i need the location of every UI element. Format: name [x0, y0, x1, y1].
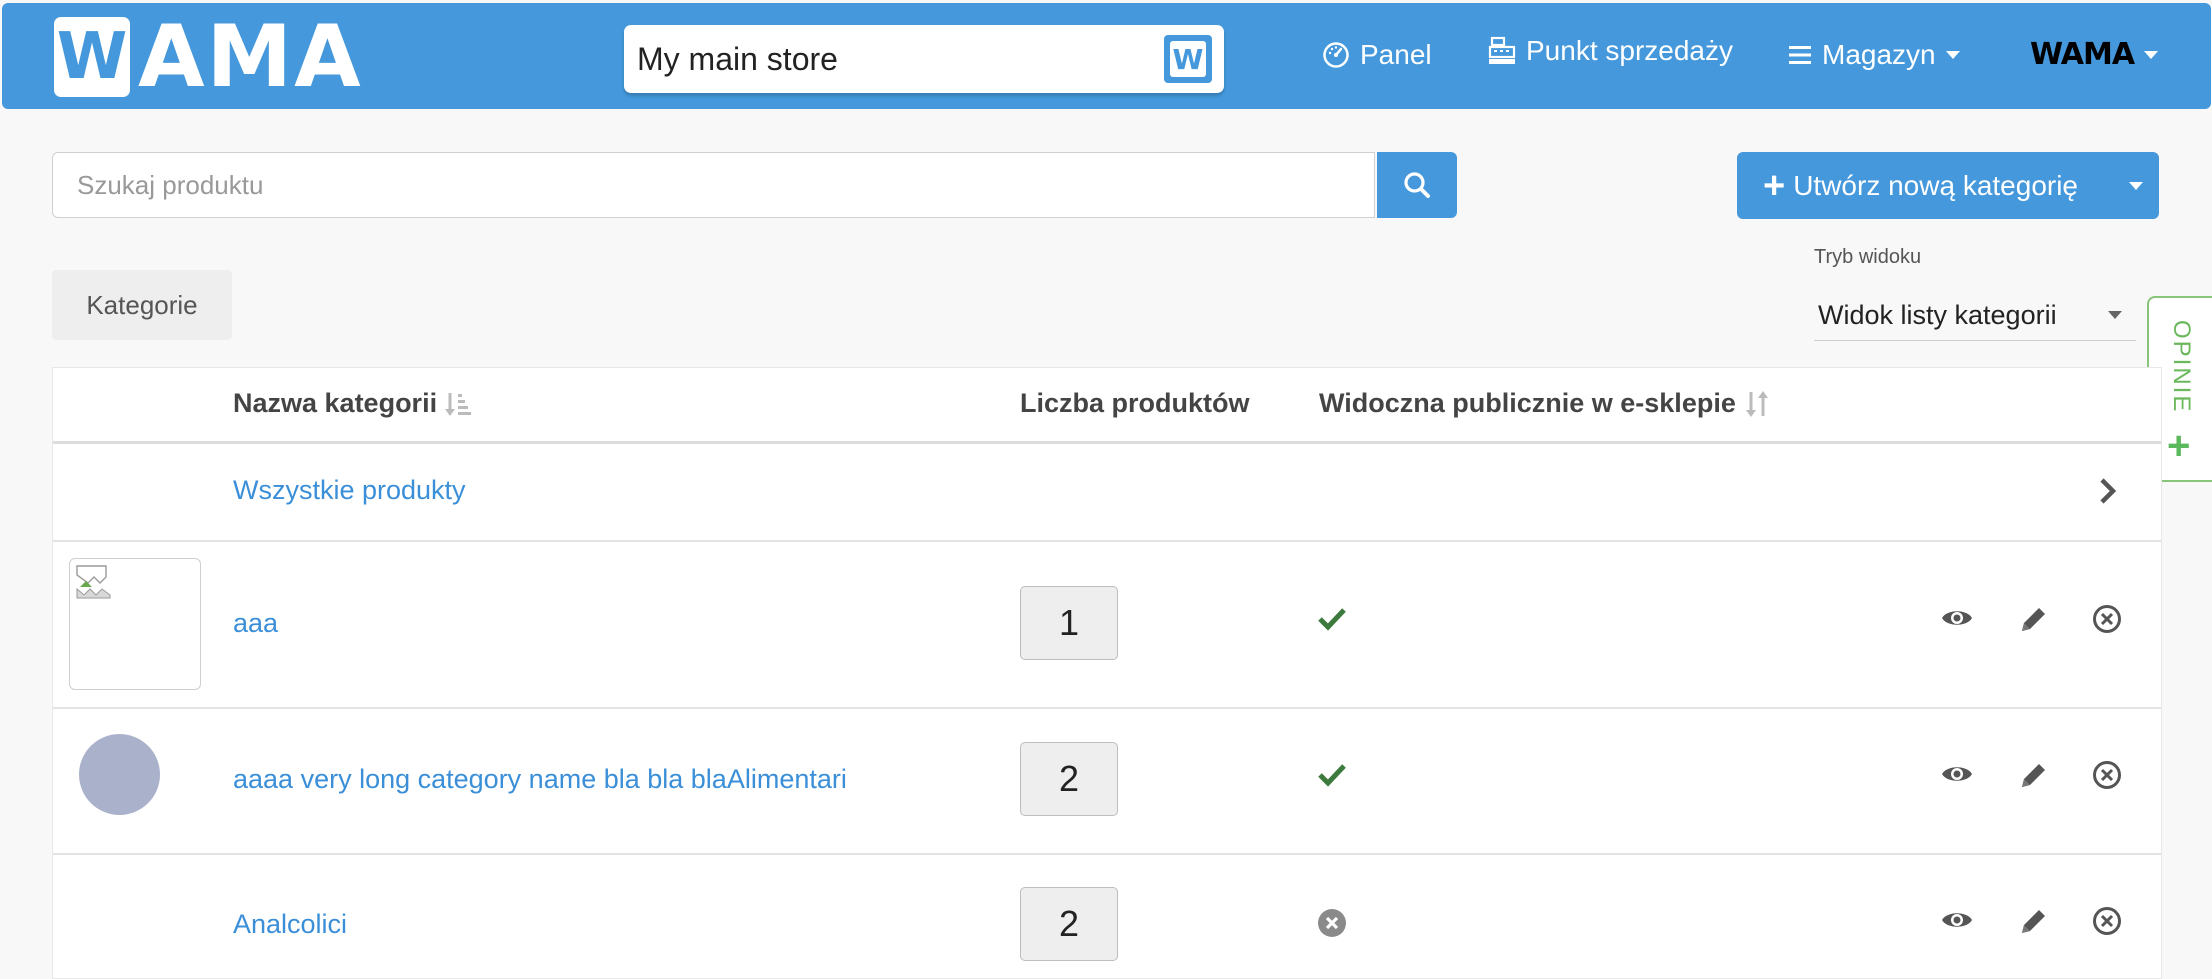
search-icon	[1404, 172, 1430, 198]
check-icon	[1318, 764, 1346, 787]
product-search-input[interactable]	[52, 152, 1375, 218]
store-selector[interactable]: My main store W	[624, 25, 1224, 93]
search-button[interactable]	[1377, 152, 1457, 218]
category-image-placeholder	[79, 734, 160, 815]
not-visible-icon	[1318, 909, 1346, 937]
remove-circle-icon[interactable]	[2091, 603, 2123, 635]
chevron-right-icon[interactable]	[2097, 476, 2119, 506]
column-header-name[interactable]: Nazwa kategorii	[233, 388, 473, 419]
product-count-badge: 2	[1020, 742, 1118, 816]
nav-panel-label: Panel	[1360, 39, 1432, 70]
category-name-link[interactable]: aaaa very long category name bla bla bla…	[233, 764, 847, 795]
chevron-down-icon	[1945, 51, 1960, 59]
user-avatar-logo: WAMA	[2030, 37, 2135, 72]
chevron-down-icon[interactable]	[2129, 182, 2143, 190]
category-name-link[interactable]: Analcolici	[233, 909, 347, 940]
store-name: My main store	[637, 41, 838, 77]
column-header-count: Liczba produktów	[1020, 388, 1250, 418]
nav-pos-label: Punkt sprzedaży	[1526, 35, 1733, 66]
product-count-badge: 2	[1020, 887, 1118, 961]
user-menu[interactable]: WAMA	[2030, 37, 2159, 72]
nav-pos[interactable]: Punkt sprzedaży	[1488, 35, 1733, 67]
broken-image-icon	[76, 565, 111, 599]
column-header-visible[interactable]: Widoczna publicznie w e-sklepie	[1319, 388, 1770, 419]
chevron-down-icon	[2144, 50, 2159, 59]
check-icon	[1318, 608, 1346, 631]
remove-circle-icon[interactable]	[2091, 905, 2123, 937]
row-divider	[53, 853, 2161, 855]
plus-icon: +	[2167, 424, 2191, 468]
eye-icon[interactable]	[1941, 762, 1973, 786]
pencil-icon[interactable]	[2019, 760, 2049, 790]
plus-icon: +	[1763, 165, 1786, 207]
sort-icon	[1745, 390, 1768, 417]
store-w-icon: W	[1164, 35, 1212, 83]
nav-panel[interactable]: Panel	[1322, 39, 1432, 71]
create-category-button[interactable]: + Utwórz nową kategorię	[1737, 152, 2159, 219]
nav-warehouse-dropdown[interactable]: Magazyn	[1788, 39, 1960, 71]
eye-icon[interactable]	[1941, 606, 1973, 630]
pencil-icon[interactable]	[2019, 604, 2049, 634]
header-divider	[53, 441, 2161, 444]
nav-warehouse-label: Magazyn	[1822, 39, 1936, 70]
gauge-icon	[1323, 42, 1349, 68]
view-mode-value: Widok listy kategorii	[1818, 300, 2057, 330]
top-navbar: W AMA My main store W Panel Punkt sprzed…	[2, 3, 2211, 109]
breadcrumb-categories[interactable]: Kategorie	[52, 270, 232, 340]
all-products-link[interactable]: Wszystkie produkty	[233, 475, 466, 506]
logo-ama-text: AMA	[138, 7, 363, 107]
create-category-label: Utwórz nową kategorię	[1793, 170, 2079, 201]
logo-w-box: W	[54, 17, 130, 97]
sort-amount-down-icon	[445, 392, 472, 416]
view-mode-label: Tryb widoku	[1814, 246, 1922, 268]
row-divider	[53, 707, 2161, 709]
hamburger-icon	[1789, 46, 1811, 64]
remove-circle-icon[interactable]	[2091, 759, 2123, 791]
category-name-link[interactable]: aaa	[233, 608, 278, 639]
eye-icon[interactable]	[1941, 908, 1973, 932]
row-divider	[53, 540, 2161, 542]
pencil-icon[interactable]	[2019, 906, 2049, 936]
wama-logo[interactable]: W AMA	[54, 7, 363, 107]
categories-table: Nazwa kategorii Liczba produktów Widoczn…	[52, 367, 2162, 979]
feedback-tab-label: OPINIE	[2168, 320, 2195, 414]
view-mode-select[interactable]: Widok listy kategorii	[1814, 290, 2136, 341]
chevron-down-icon	[2108, 311, 2122, 319]
cash-register-icon	[1488, 36, 1516, 64]
product-count-badge: 1	[1020, 586, 1118, 660]
category-thumbnail	[69, 558, 201, 690]
